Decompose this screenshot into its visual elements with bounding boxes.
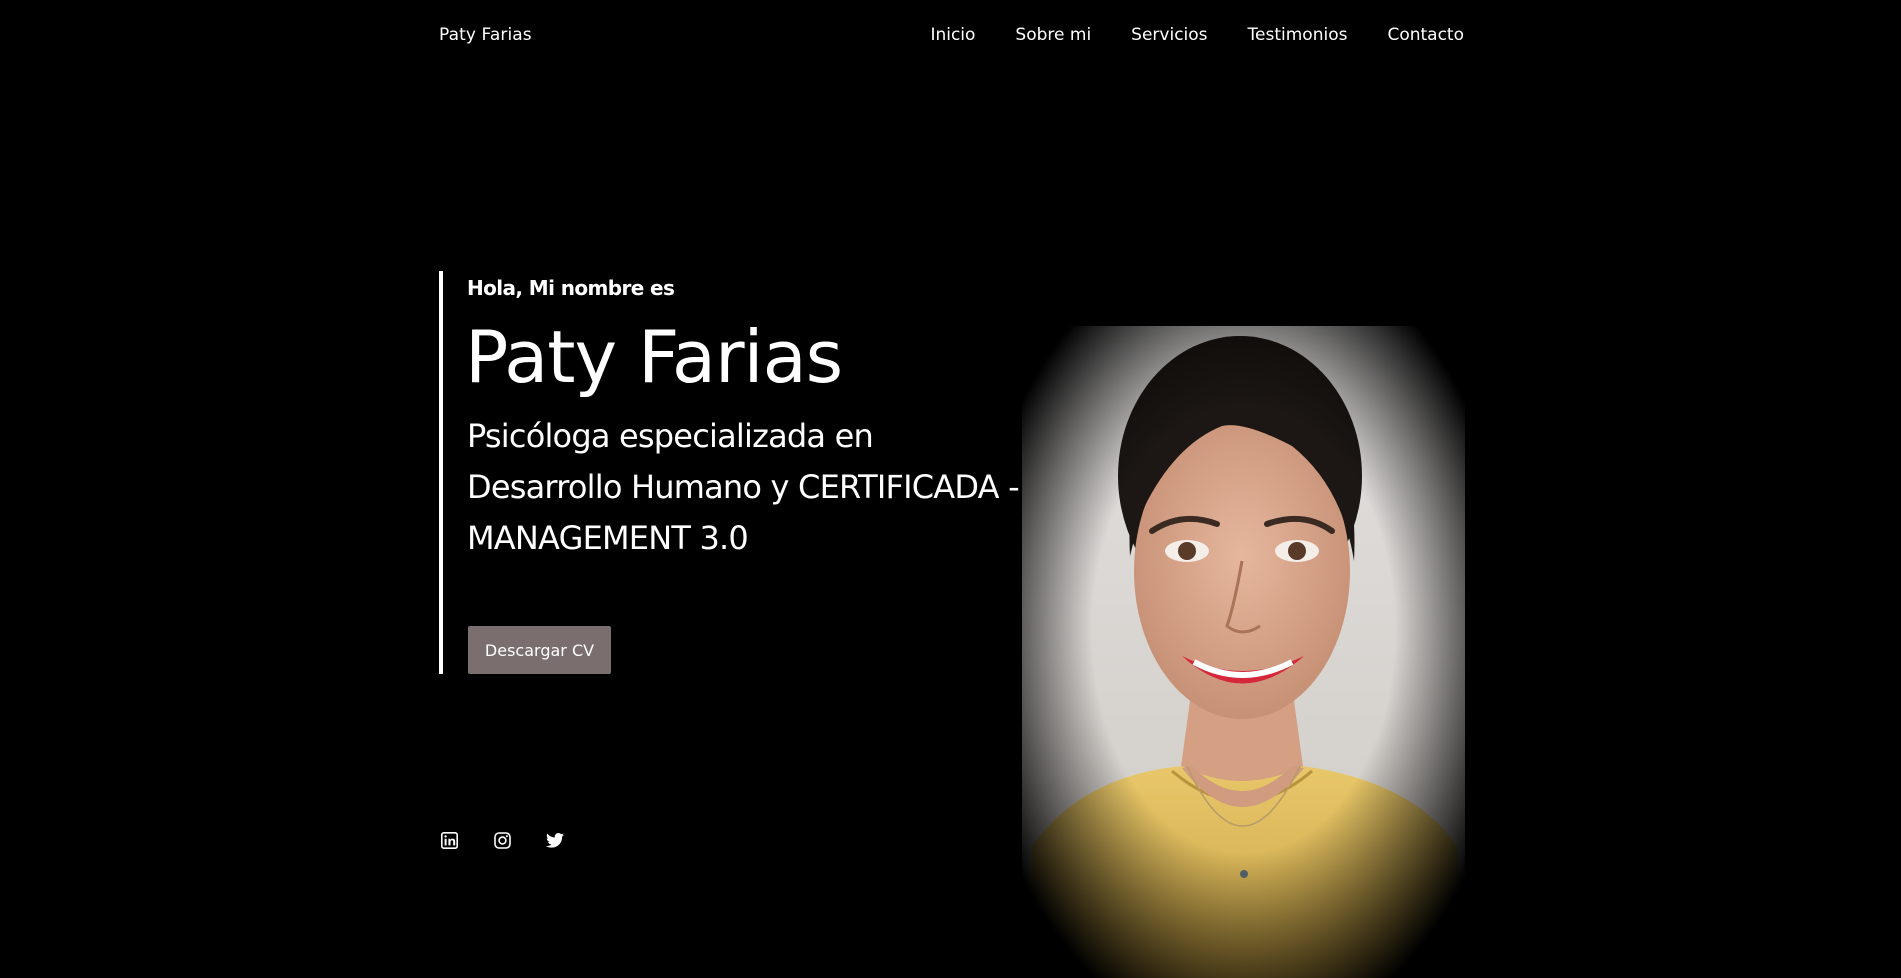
nav-links: Inicio Sobre mi Servicios Testimonios Co… — [930, 25, 1464, 45]
social-links — [440, 831, 564, 849]
hero-subtitle: Psicóloga especializada en Desarrollo Hu… — [467, 417, 1020, 557]
download-cv-button[interactable]: Descargar CV — [468, 626, 611, 674]
hero-text: Hola, Mi nombre es Paty Farias Psicóloga… — [465, 271, 1027, 564]
hero-greeting: Hola, Mi nombre es — [467, 276, 675, 300]
nav-link-servicios[interactable]: Servicios — [1131, 25, 1207, 45]
instagram-icon[interactable] — [493, 831, 511, 849]
page: Paty Farias Inicio Sobre mi Servicios Te… — [0, 0, 1901, 978]
nav-link-contacto[interactable]: Contacto — [1387, 25, 1464, 45]
nav-link-testimonios[interactable]: Testimonios — [1248, 25, 1348, 45]
profile-photo — [1022, 326, 1465, 978]
nav-link-sobre-mi[interactable]: Sobre mi — [1015, 25, 1091, 45]
linkedin-icon[interactable] — [440, 831, 458, 849]
hero-accent-bar — [439, 271, 443, 674]
twitter-icon[interactable] — [546, 831, 564, 849]
hero-name: Paty Farias — [465, 315, 843, 399]
brand-link[interactable]: Paty Farias — [439, 25, 532, 45]
nav-link-inicio[interactable]: Inicio — [930, 25, 975, 45]
navbar: Paty Farias Inicio Sobre mi Servicios Te… — [439, 22, 1464, 48]
